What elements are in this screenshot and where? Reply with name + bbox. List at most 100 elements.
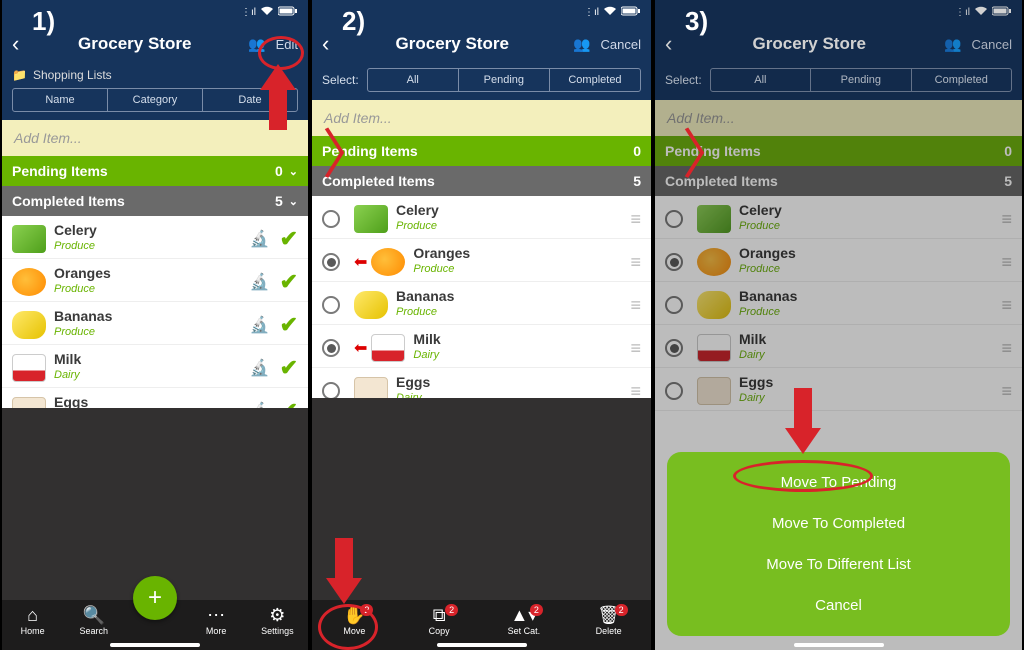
- item-name: Eggs: [739, 374, 1001, 390]
- list-item[interactable]: Eggs Dairy ≡: [655, 368, 1022, 411]
- sheet-move-completed[interactable]: Move To Completed: [667, 503, 1010, 544]
- back-icon[interactable]: ‹: [12, 33, 19, 55]
- select-radio[interactable]: [322, 339, 340, 357]
- share-icon[interactable]: 👥: [944, 36, 961, 53]
- select-tab-pending[interactable]: Pending: [811, 69, 911, 91]
- scan-icon[interactable]: 🔬: [250, 401, 270, 408]
- item-thumbnail: [697, 205, 731, 233]
- toolbar-move[interactable]: 2✋Move: [329, 606, 379, 636]
- back-icon[interactable]: ‹: [322, 33, 329, 55]
- list-item[interactable]: Bananas Produce 🔬✔: [2, 302, 308, 345]
- list-item[interactable]: Celery Produce ≡: [655, 196, 1022, 239]
- drag-handle-icon[interactable]: ≡: [630, 381, 641, 399]
- scan-icon[interactable]: 🔬: [250, 358, 270, 378]
- page-title: Grocery Store: [680, 34, 938, 54]
- check-icon[interactable]: ✔: [280, 226, 298, 252]
- select-radio[interactable]: [665, 382, 683, 400]
- list-item[interactable]: Oranges Produce ≡: [655, 239, 1022, 282]
- home-indicator: [437, 643, 527, 647]
- scan-icon[interactable]: 🔬: [250, 315, 270, 335]
- back-icon[interactable]: ‹: [665, 33, 672, 55]
- list-item[interactable]: Bananas Produce ≡: [312, 282, 651, 325]
- select-tab-all[interactable]: All: [368, 69, 459, 91]
- select-radio[interactable]: [322, 296, 340, 314]
- select-radio[interactable]: [665, 210, 683, 228]
- check-icon[interactable]: ✔: [280, 312, 298, 338]
- drag-handle-icon[interactable]: ≡: [1001, 209, 1012, 230]
- list-item[interactable]: Milk Dairy 🔬✔: [2, 345, 308, 388]
- cancel-button[interactable]: Cancel: [601, 37, 641, 52]
- tab-label: Home: [21, 626, 45, 636]
- drag-handle-icon[interactable]: ≡: [1001, 252, 1012, 273]
- select-tabs: All Pending Completed: [710, 68, 1012, 92]
- toolbar-delete[interactable]: 2🗑Delete: [584, 606, 634, 636]
- cancel-button[interactable]: Cancel: [972, 37, 1012, 52]
- list-item[interactable]: Milk Dairy ≡: [655, 325, 1022, 368]
- drag-handle-icon[interactable]: ≡: [630, 209, 641, 230]
- section-completed[interactable]: Completed Items 5 ⌄: [2, 186, 308, 216]
- drag-handle-icon[interactable]: ≡: [1001, 338, 1012, 359]
- action-sheet: Move To Pending Move To Completed Move T…: [667, 452, 1010, 636]
- section-pending[interactable]: Pending Items 0 ⌄: [2, 156, 308, 186]
- select-radio[interactable]: [322, 253, 340, 271]
- select-tab-all[interactable]: All: [711, 69, 811, 91]
- tab-bar: + ⌂Home 🔍Search ⋯More ⚙Settings: [2, 600, 308, 650]
- list-item[interactable]: Bananas Produce ≡: [655, 282, 1022, 325]
- check-icon[interactable]: ✔: [280, 355, 298, 381]
- check-icon[interactable]: ✔: [280, 269, 298, 295]
- drag-handle-icon[interactable]: ≡: [1001, 381, 1012, 402]
- sheet-move-pending[interactable]: Move To Pending: [667, 462, 1010, 503]
- select-tab-completed[interactable]: Completed: [550, 69, 640, 91]
- sort-tab-category[interactable]: Category: [108, 89, 203, 111]
- check-icon[interactable]: ✔: [280, 398, 298, 408]
- share-icon[interactable]: 👥: [248, 36, 265, 53]
- edit-button[interactable]: Edit: [276, 37, 298, 52]
- drag-handle-icon[interactable]: ≡: [630, 338, 641, 359]
- select-tab-completed[interactable]: Completed: [912, 69, 1011, 91]
- list-item[interactable]: Oranges Produce 🔬✔: [2, 259, 308, 302]
- drag-handle-icon[interactable]: ≡: [630, 295, 641, 316]
- list-item[interactable]: Celery Produce 🔬✔: [2, 216, 308, 259]
- tab-settings[interactable]: ⚙Settings: [252, 606, 302, 636]
- scan-icon[interactable]: 🔬: [250, 272, 270, 292]
- tab-label: Move: [343, 626, 365, 636]
- more-icon: ⋯: [207, 606, 225, 624]
- select-tab-pending[interactable]: Pending: [459, 69, 550, 91]
- toolbar-setcat[interactable]: 2▲▾Set Cat.: [499, 606, 549, 636]
- scan-icon[interactable]: 🔬: [250, 229, 270, 249]
- toolbar-copy[interactable]: 2⧉Copy: [414, 606, 464, 636]
- sheet-cancel[interactable]: Cancel: [667, 585, 1010, 626]
- sort-tab-name[interactable]: Name: [13, 89, 108, 111]
- select-label: Select:: [665, 73, 702, 87]
- tab-home[interactable]: ⌂Home: [8, 606, 58, 636]
- breadcrumb[interactable]: Shopping Lists: [33, 68, 112, 82]
- share-icon[interactable]: 👥: [573, 36, 590, 53]
- select-radio[interactable]: [665, 253, 683, 271]
- select-radio[interactable]: [665, 296, 683, 314]
- item-list[interactable]: Celery Produce ≡ ⬅ Oranges Produce ≡ Ban…: [312, 196, 651, 398]
- annotation-chevron-right: 〉: [682, 110, 736, 189]
- tab-search[interactable]: 🔍Search: [69, 606, 119, 636]
- list-item[interactable]: Eggs Dairy ≡: [312, 368, 651, 398]
- add-fab[interactable]: +: [133, 576, 177, 620]
- section-completed-label: Completed Items: [12, 193, 125, 209]
- select-radio[interactable]: [322, 210, 340, 228]
- item-thumbnail: [371, 248, 405, 276]
- drag-handle-icon[interactable]: ≡: [1001, 295, 1012, 316]
- select-radio[interactable]: [665, 339, 683, 357]
- item-list[interactable]: Celery Produce 🔬✔ Oranges Produce 🔬✔ Ban…: [2, 216, 308, 408]
- pending-count: 0: [275, 163, 283, 179]
- select-radio[interactable]: [322, 382, 340, 398]
- tab-label: Copy: [429, 626, 450, 636]
- list-item[interactable]: Celery Produce ≡: [312, 196, 651, 239]
- subheader: Select: All Pending Completed: [655, 64, 1022, 100]
- annotation-arrow-left: ⬅: [354, 338, 367, 358]
- list-item[interactable]: ⬅ Oranges Produce ≡: [312, 239, 651, 282]
- sheet-move-different[interactable]: Move To Different List: [667, 544, 1010, 585]
- tab-more[interactable]: ⋯More: [191, 606, 241, 636]
- drag-handle-icon[interactable]: ≡: [630, 252, 641, 273]
- item-category: Produce: [396, 306, 630, 318]
- list-item[interactable]: Eggs Dairy 🔬✔: [2, 388, 308, 408]
- list-item[interactable]: ⬅ Milk Dairy ≡: [312, 325, 651, 368]
- badge-count: 2: [445, 604, 458, 616]
